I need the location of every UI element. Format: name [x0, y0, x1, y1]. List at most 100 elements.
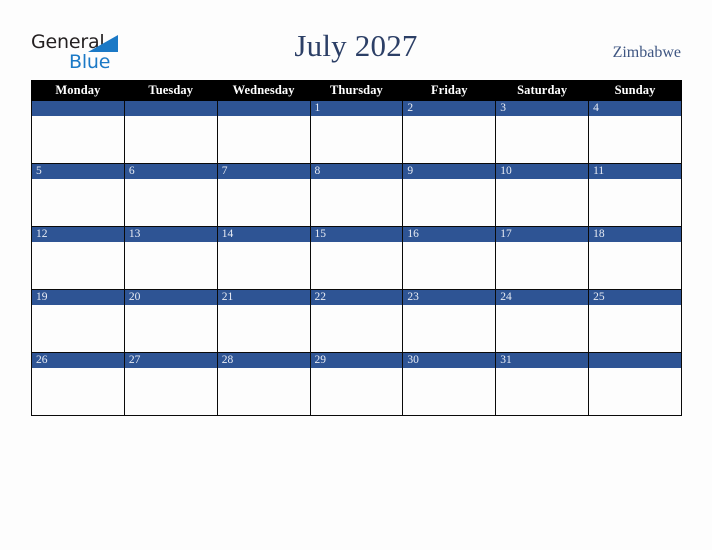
day-events-area[interactable] [217, 368, 310, 415]
day-number: 5 [32, 164, 124, 179]
day-events-area[interactable] [217, 242, 310, 289]
day-events-area[interactable] [589, 368, 681, 415]
day-number: 26 [32, 353, 124, 368]
day-number: 22 [310, 290, 403, 305]
day-events-area[interactable] [124, 116, 217, 163]
day-events-area[interactable] [124, 179, 217, 226]
day-cell[interactable]: 7 [216, 163, 311, 227]
day-cell[interactable]: 21 [216, 289, 311, 353]
day-events-area[interactable] [403, 368, 496, 415]
day-events-area[interactable] [310, 179, 403, 226]
day-cell[interactable]: 16 [402, 226, 497, 290]
day-events-area[interactable] [124, 305, 217, 352]
day-cell[interactable]: 15 [309, 226, 404, 290]
day-events-area[interactable] [589, 179, 681, 226]
day-cell[interactable] [588, 352, 682, 416]
day-cell[interactable]: 12 [31, 226, 125, 290]
page-title: July 2027 [294, 28, 418, 63]
day-events-area[interactable] [589, 116, 681, 163]
day-number: 27 [124, 353, 217, 368]
day-events-area[interactable] [310, 305, 403, 352]
weekday-header-row: Monday Tuesday Wednesday Thursday Friday… [31, 80, 682, 101]
day-number: 24 [496, 290, 589, 305]
weekday-header-monday: Monday [31, 80, 125, 101]
day-events-area[interactable] [310, 368, 403, 415]
day-events-area[interactable] [403, 116, 496, 163]
day-events-area[interactable] [403, 305, 496, 352]
day-events-area[interactable] [589, 305, 681, 352]
day-cell[interactable]: 24 [495, 289, 590, 353]
day-cell[interactable]: 19 [31, 289, 125, 353]
day-events-area[interactable] [32, 179, 124, 226]
day-events-area[interactable] [496, 305, 589, 352]
weekday-header-friday: Friday [402, 80, 497, 101]
week-row: 5 6 7 8 9 10 11 [31, 163, 682, 227]
day-number [589, 353, 681, 368]
day-cell[interactable]: 28 [216, 352, 311, 416]
day-number [124, 101, 217, 116]
day-cell[interactable] [216, 100, 311, 164]
day-events-area[interactable] [124, 368, 217, 415]
day-cell[interactable]: 17 [495, 226, 590, 290]
day-cell[interactable]: 29 [309, 352, 404, 416]
day-number: 4 [589, 101, 681, 116]
day-cell[interactable]: 25 [588, 289, 682, 353]
day-events-area[interactable] [32, 242, 124, 289]
day-events-area[interactable] [124, 242, 217, 289]
day-events-area[interactable] [496, 368, 589, 415]
calendar-grid: Monday Tuesday Wednesday Thursday Friday… [31, 80, 682, 416]
day-number: 13 [124, 227, 217, 242]
day-cell[interactable]: 18 [588, 226, 682, 290]
day-events-area[interactable] [217, 179, 310, 226]
day-events-area[interactable] [32, 305, 124, 352]
day-cell[interactable]: 13 [123, 226, 218, 290]
day-cell[interactable]: 6 [123, 163, 218, 227]
weekday-header-saturday: Saturday [495, 80, 590, 101]
day-cell[interactable]: 1 [309, 100, 404, 164]
day-number: 23 [403, 290, 496, 305]
day-cell[interactable]: 22 [309, 289, 404, 353]
week-row: 19 20 21 22 23 24 25 [31, 289, 682, 353]
day-cell[interactable]: 27 [123, 352, 218, 416]
day-cell[interactable] [123, 100, 218, 164]
day-number: 19 [32, 290, 124, 305]
day-cell[interactable]: 10 [495, 163, 590, 227]
day-cell[interactable]: 31 [495, 352, 590, 416]
day-events-area[interactable] [310, 116, 403, 163]
day-cell[interactable]: 20 [123, 289, 218, 353]
day-number: 21 [217, 290, 310, 305]
day-number: 18 [589, 227, 681, 242]
day-events-area[interactable] [217, 116, 310, 163]
day-events-area[interactable] [496, 179, 589, 226]
day-events-area[interactable] [403, 242, 496, 289]
day-events-area[interactable] [496, 116, 589, 163]
day-events-area[interactable] [217, 305, 310, 352]
day-cell[interactable]: 3 [495, 100, 590, 164]
day-events-area[interactable] [310, 242, 403, 289]
day-events-area[interactable] [403, 179, 496, 226]
day-cell[interactable] [31, 100, 125, 164]
day-events-area[interactable] [496, 242, 589, 289]
day-cell[interactable]: 14 [216, 226, 311, 290]
day-cell[interactable]: 30 [402, 352, 497, 416]
day-number: 29 [310, 353, 403, 368]
week-row: 12 13 14 15 16 17 18 [31, 226, 682, 290]
day-events-area[interactable] [589, 242, 681, 289]
day-number: 10 [496, 164, 589, 179]
day-cell[interactable]: 23 [402, 289, 497, 353]
day-number: 3 [496, 101, 589, 116]
day-cell[interactable]: 2 [402, 100, 497, 164]
day-cell[interactable]: 4 [588, 100, 682, 164]
day-cell[interactable]: 26 [31, 352, 125, 416]
day-number: 6 [124, 164, 217, 179]
day-cell[interactable]: 8 [309, 163, 404, 227]
day-number: 25 [589, 290, 681, 305]
day-number: 28 [217, 353, 310, 368]
day-number: 31 [496, 353, 589, 368]
day-cell[interactable]: 9 [402, 163, 497, 227]
day-number: 17 [496, 227, 589, 242]
day-cell[interactable]: 5 [31, 163, 125, 227]
day-events-area[interactable] [32, 116, 124, 163]
day-cell[interactable]: 11 [588, 163, 682, 227]
day-events-area[interactable] [32, 368, 124, 415]
